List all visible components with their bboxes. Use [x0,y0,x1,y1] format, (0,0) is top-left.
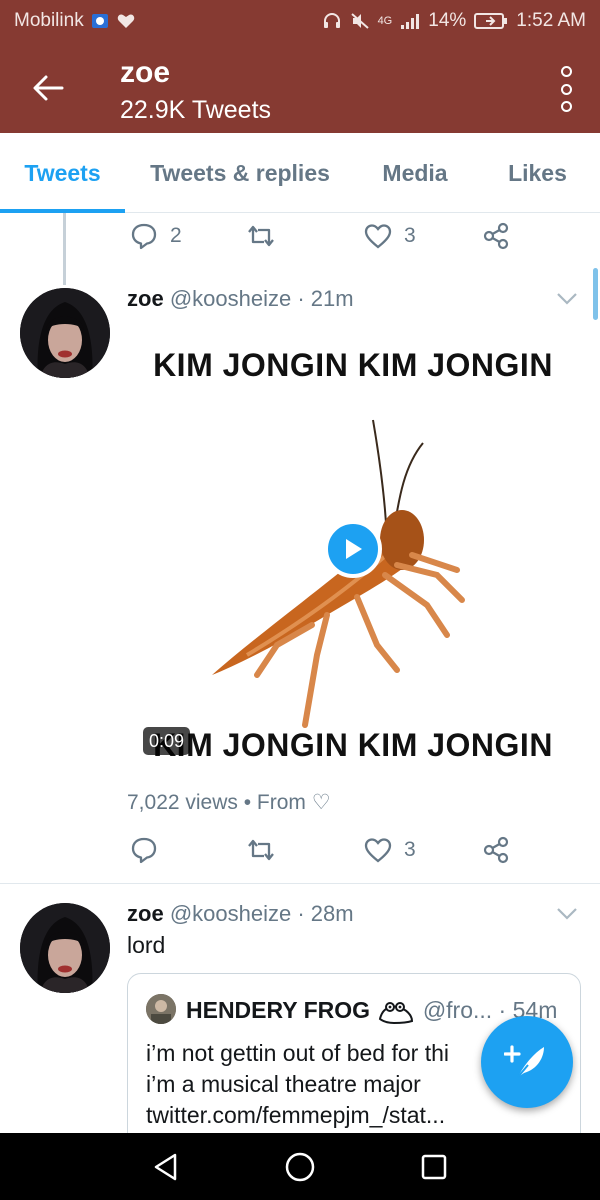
share-icon [483,836,509,864]
tab-tweets-and-replies[interactable]: Tweets & replies [125,133,355,213]
tweet-divider [0,883,600,884]
more-vertical-icon [560,66,572,77]
video-duration-badge: 0:09 [143,727,191,755]
compose-tweet-icon [504,1045,544,1078]
carrier-label: Mobilink [14,10,84,31]
video-media[interactable]: KIM JONGIN KIM JONGIN KIM JONGIN KIM JON… [127,325,579,768]
reply-button[interactable]: 2 [130,216,182,256]
heart-icon [364,838,392,863]
avatar[interactable] [20,903,110,993]
compose-tweet-button[interactable] [481,1016,573,1108]
heart-icon [364,224,392,249]
circle-home-icon [285,1152,315,1182]
tweet-author-name[interactable]: zoe [127,901,164,926]
retweet-button[interactable] [244,830,278,870]
previous-tweet-actions: 2 3 [0,216,600,256]
nav-home-button[interactable] [280,1147,320,1187]
twitter-profile-screen: Mobilink 4G 14% 1:52 AM zoe 22.9K Tweets… [0,0,600,1200]
retweet-button[interactable] [244,216,278,256]
tab-tweets[interactable]: Tweets [0,133,125,213]
quoted-avatar-image [146,994,176,1024]
battery-icon [474,13,508,29]
share-button[interactable] [482,216,510,256]
video-view-count: 7,022 views • From ♡ [127,791,331,814]
reply-icon [131,837,157,864]
reply-count: 2 [170,224,182,247]
more-dot [560,101,572,112]
status-bar: Mobilink 4G 14% 1:52 AM [0,0,600,42]
quoted-author-name: HENDERY FROG [186,997,371,1024]
play-icon [346,539,362,559]
tab-likes[interactable]: Likes [475,133,600,213]
nav-recents-button[interactable] [414,1147,454,1187]
play-button[interactable] [324,520,382,578]
tweet-meta: @koosheize · 28m [169,901,354,926]
tweet-author-name[interactable]: zoe [127,286,164,311]
arrow-left-icon [33,75,64,101]
like-count: 3 [404,224,416,247]
retweet-icon [248,839,274,861]
tweet-text: lord [127,932,166,958]
heart-status-icon [117,14,134,28]
more-options-button[interactable] [556,66,576,112]
square-recents-icon [421,1154,447,1180]
network-label: 4G [377,15,393,27]
tweet-actions: 3 [0,830,600,870]
like-button[interactable]: 3 [364,830,416,870]
quoted-text: i’m not gettin out of bed for thi i’m a … [146,1038,449,1131]
like-button[interactable]: 3 [364,216,416,256]
chevron-down-icon[interactable] [556,907,578,921]
shield-icon [91,14,108,28]
quoted-link[interactable]: twitter.com/femmepjm_/stat... [146,1100,449,1131]
tweet-meta: @koosheize · 21m [169,286,354,311]
avatar-image [20,903,110,993]
avatar[interactable] [20,288,110,378]
quoted-avatar [146,994,176,1024]
share-button[interactable] [482,830,510,870]
avatar-image [20,288,110,378]
profile-tabs: Tweets Tweets & replies Media Likes [0,133,600,213]
tweet-header: zoe @koosheize · 28m [127,901,354,927]
clock: 1:52 AM [516,10,586,31]
headset-icon [323,13,340,28]
android-navigation-bar [0,1133,600,1200]
share-icon [483,222,509,250]
reply-button[interactable] [130,830,158,870]
quoted-line: i’m not gettin out of bed for thi [146,1040,450,1066]
profile-header: zoe 22.9K Tweets [0,42,600,133]
signal-icon [401,14,420,29]
chevron-down-icon[interactable] [556,292,578,306]
back-button[interactable] [26,66,70,110]
more-dot [560,83,572,95]
frog-emoji-icon [379,1002,414,1025]
scrollbar[interactable] [593,268,598,320]
quoted-line: i’m a musical theatre major [146,1071,421,1097]
battery-percent: 14% [428,10,467,31]
like-count: 3 [404,838,416,861]
reply-icon [131,223,157,250]
nav-back-button[interactable] [146,1147,186,1187]
tweet-count: 22.9K Tweets [120,96,272,124]
meme-bottom-text: KIM JONGIN KIM JONGIN [153,727,553,763]
triangle-back-icon [154,1153,177,1181]
mute-icon [350,13,369,29]
retweet-icon [248,225,274,247]
tab-media[interactable]: Media [355,133,475,213]
tweet-header: zoe @koosheize · 21m [127,286,354,312]
profile-name: zoe [120,56,171,89]
